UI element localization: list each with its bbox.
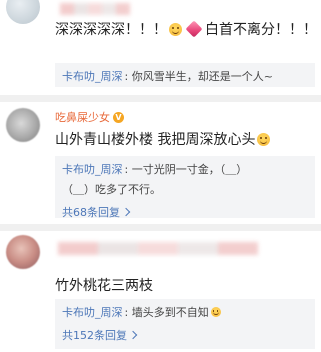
comment-item-1: 深深深深深！！！ 白首不离分！！！ 卡布叻_周深 : 你风雪半生，却还是一个人~ bbox=[0, 0, 321, 88]
reply-line: 卡布叻_周深 : 墙头多到不自知 bbox=[62, 304, 308, 320]
reply-author-link[interactable]: 卡布叻_周深 bbox=[62, 304, 123, 320]
view-replies-link[interactable]: 共68条回复 bbox=[62, 204, 308, 220]
comment-text-main: 竹外桃花三两枝 bbox=[55, 278, 153, 294]
reply-box[interactable]: 卡布叻_周深 : 你风雪半生，却还是一个人~ bbox=[55, 63, 315, 87]
blurred-username bbox=[58, 242, 258, 255]
reply-text: : 你风雪半生，却还是一个人~ bbox=[124, 70, 273, 83]
avatar[interactable] bbox=[6, 235, 40, 269]
reply-author-link[interactable]: 卡布叻_周深 bbox=[62, 68, 123, 84]
reply-text-line1: : 一寸光阴一寸金，（＿） bbox=[124, 163, 248, 176]
comment-text-part2: 白首不离分！！！ bbox=[205, 22, 317, 38]
smile-emoji-icon bbox=[257, 132, 271, 146]
comment-item-3: 竹外桃花三两枝 卡布叻_周深 : 墙头多到不自知 共152条回复 bbox=[0, 231, 321, 352]
reply-count-text[interactable]: 共68条回复 bbox=[62, 204, 120, 220]
view-replies-link[interactable]: 共152条回复 bbox=[62, 327, 308, 343]
divider bbox=[0, 224, 321, 231]
reply-line-2: （＿）吃多了不行。 bbox=[62, 181, 308, 197]
comment-text: 竹外桃花三两枝 bbox=[55, 275, 153, 295]
reply-author-link[interactable]: 卡布叻_周深 bbox=[62, 161, 123, 177]
reply-box[interactable]: 卡布叻_周深 : 墙头多到不自知 共152条回复 bbox=[55, 299, 315, 349]
username-text[interactable]: 吃鼻屎少女 bbox=[55, 109, 110, 125]
smile-emoji-icon bbox=[210, 307, 221, 317]
chevron-right-icon bbox=[128, 330, 138, 340]
divider bbox=[0, 95, 321, 102]
reply-line: 卡布叻_周深 : 一寸光阴一寸金，（＿） bbox=[62, 161, 308, 177]
reply-box[interactable]: 卡布叻_周深 : 一寸光阴一寸金，（＿） （＿）吃多了不行。 共68条回复 bbox=[55, 156, 315, 220]
comment-text: 深深深深深！！！ 白首不离分！！！ bbox=[55, 19, 317, 39]
reply-text-line2: （＿）吃多了不行。 bbox=[62, 183, 161, 196]
username[interactable]: 吃鼻屎少女 V bbox=[55, 109, 124, 125]
reply-text: : 墙头多到不自知 bbox=[124, 306, 209, 319]
comment-item-2: 吃鼻屎少女 V 山外青山楼外楼 我把周深放心头 卡布叻_周深 : 一寸光阴一寸金… bbox=[0, 102, 321, 220]
smile-emoji-icon bbox=[169, 22, 182, 36]
chevron-right-icon bbox=[121, 207, 131, 217]
comment-text-main: 山外青山楼外楼 我把周深放心头 bbox=[55, 132, 256, 148]
vip-badge-icon: V bbox=[113, 111, 124, 123]
blurred-username bbox=[60, 3, 130, 15]
comment-text: 山外青山楼外楼 我把周深放心头 bbox=[55, 129, 271, 149]
pink-gem-icon bbox=[185, 20, 203, 38]
avatar[interactable] bbox=[6, 0, 40, 24]
avatar[interactable] bbox=[6, 108, 40, 142]
reply-count-text[interactable]: 共152条回复 bbox=[62, 327, 127, 343]
reply-line: 卡布叻_周深 : 你风雪半生，却还是一个人~ bbox=[62, 68, 308, 84]
comment-text-part1: 深深深深深！！！ bbox=[55, 22, 167, 38]
